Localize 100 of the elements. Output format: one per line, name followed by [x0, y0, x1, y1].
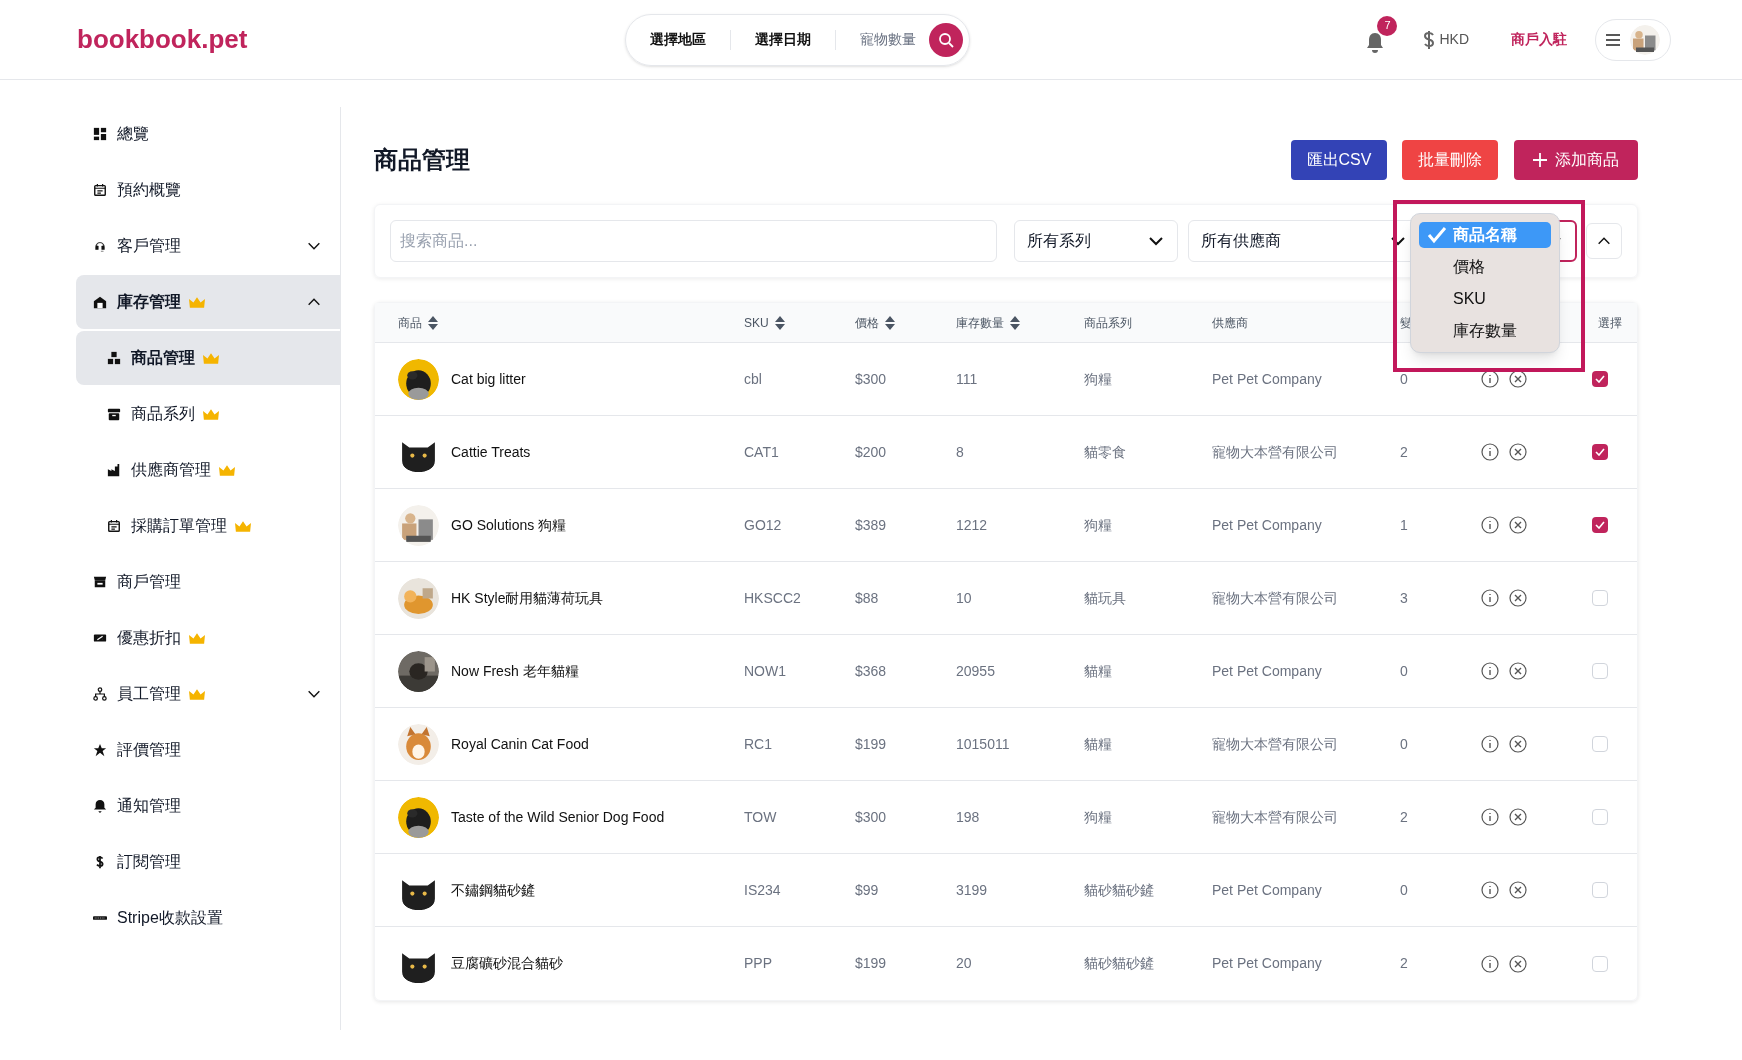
- table-cell-text: 20955: [956, 661, 996, 681]
- column-header: 商品系列: [1084, 314, 1133, 332]
- table-cell-text: $300: [855, 807, 888, 827]
- table-cell-text: 貓砂貓砂鏟: [1084, 880, 1155, 900]
- sidebar-item[interactable]: 商戶管理: [76, 555, 340, 609]
- table-cell-text: PPP: [744, 954, 773, 973]
- table-cell-text: 狗糧: [1084, 369, 1113, 389]
- table-cell-text: 20: [956, 954, 973, 973]
- merchant-link[interactable]: 商戶入駐: [1511, 29, 1567, 50]
- table-cell-text: 111: [956, 369, 979, 389]
- table-cell-text: $199: [855, 954, 888, 973]
- product-name[interactable]: 不鏽鋼貓砂鏟: [451, 879, 535, 901]
- table-cell-text: 貓砂貓砂鏟: [1084, 954, 1155, 973]
- search-placeholder[interactable]: 寵物數量: [860, 29, 929, 50]
- sidebar-item[interactable]: 評價管理: [76, 723, 340, 777]
- sidebar-item[interactable]: 預約概覽: [76, 163, 340, 217]
- table-cell-text: IS234: [744, 880, 782, 900]
- search-segment[interactable]: 選擇日期: [755, 29, 811, 50]
- table-cell-text: 1: [1400, 515, 1409, 535]
- product-name[interactable]: GO Solutions 狗糧: [451, 514, 567, 536]
- table-cell-text: 2: [1400, 954, 1409, 973]
- table-cell-text: 寵物大本營有限公司: [1212, 442, 1339, 462]
- table-cell-text: $368: [855, 661, 888, 681]
- table-cell-text: 狗糧: [1084, 807, 1113, 827]
- table-cell-text: 貓糧: [1084, 734, 1113, 754]
- sidebar-item[interactable]: 客戶管理: [76, 219, 340, 273]
- table-cell-text: 0: [1400, 369, 1409, 389]
- sidebar-item[interactable]: 庫存管理: [76, 275, 340, 329]
- table-cell-text: 狗糧: [1084, 515, 1113, 535]
- search-segment[interactable]: 選擇地區: [650, 29, 706, 50]
- table-cell-text: 貓玩具: [1084, 588, 1127, 608]
- currency-button[interactable]: HKD: [1423, 29, 1469, 50]
- notification-badge: 7: [1377, 15, 1398, 36]
- sort-option[interactable]: 庫存數量: [1419, 318, 1551, 344]
- table-cell-text: Pet Pet Company: [1212, 954, 1323, 973]
- product-name[interactable]: Now Fresh 老年貓糧: [451, 660, 579, 682]
- table-cell-text: 2: [1400, 442, 1409, 462]
- sort-option[interactable]: 價格: [1419, 254, 1551, 280]
- series-select[interactable]: 所有系列: [1014, 220, 1178, 262]
- table-cell-text: cbl: [744, 369, 763, 389]
- product-name[interactable]: Royal Canin Cat Food: [451, 733, 589, 755]
- table-cell-text: CAT1: [744, 442, 780, 462]
- column-header[interactable]: SKU: [744, 313, 855, 332]
- search-field[interactable]: 搜索商品...: [390, 220, 997, 262]
- table-cell-text: 貓糧: [1084, 661, 1113, 681]
- table-cell-text: $199: [855, 734, 888, 754]
- table-cell-text: Pet Pet Company: [1212, 661, 1323, 681]
- table-cell-text: $88: [855, 588, 880, 608]
- sidebar-item[interactable]: Stripe收款設置: [76, 891, 340, 945]
- sidebar-item[interactable]: 商品管理: [76, 331, 340, 385]
- sort-option[interactable]: SKU: [1419, 286, 1551, 312]
- table-cell-text: 寵物大本營有限公司: [1212, 588, 1339, 608]
- table-cell-text: RC1: [744, 734, 773, 754]
- logo[interactable]: bookbook.pet: [77, 20, 625, 59]
- page-title: 商品管理: [374, 145, 471, 175]
- table-cell-text: TOW: [744, 807, 778, 827]
- column-header[interactable]: 庫存數量: [956, 313, 1084, 332]
- table-cell-text: GO12: [744, 515, 783, 535]
- table-cell-text: 8: [956, 442, 965, 462]
- export-button[interactable]: 匯出CSV: [1291, 140, 1387, 180]
- sidebar-item[interactable]: 訂閱管理: [76, 835, 340, 889]
- sidebar-item[interactable]: 總覽: [76, 107, 340, 161]
- column-header: 供應商: [1212, 314, 1249, 332]
- table-cell-text: $99: [855, 880, 880, 900]
- table-cell-text: HKSCC2: [744, 588, 802, 608]
- product-name[interactable]: Cat big litter: [451, 368, 526, 390]
- table-cell-text: Pet Pet Company: [1212, 369, 1323, 389]
- sidebar-item[interactable]: 員工管理: [76, 667, 340, 721]
- add-button[interactable]: 添加商品: [1514, 140, 1638, 180]
- table-cell-text: NOW1: [744, 661, 787, 681]
- table-cell-text: Pet Pet Company: [1212, 880, 1323, 900]
- product-name[interactable]: HK Style耐用貓薄荷玩具: [451, 587, 604, 609]
- sidebar-item[interactable]: 通知管理: [76, 779, 340, 833]
- table-cell-text: 寵物大本營有限公司: [1212, 807, 1339, 827]
- product-name[interactable]: 豆腐礦砂混合貓砂: [451, 953, 563, 974]
- table-cell-text: 0: [1400, 880, 1409, 900]
- table-cell-text: 貓零食: [1084, 442, 1127, 462]
- table-cell-text: $300: [855, 369, 888, 389]
- table-cell-text: 2: [1400, 807, 1409, 827]
- delete-button[interactable]: 批量刪除: [1402, 140, 1498, 180]
- table-cell-text: 0: [1400, 734, 1409, 754]
- table-cell-text: 198: [956, 807, 981, 827]
- table-cell-text: 10: [956, 588, 973, 608]
- table-cell-text: 1212: [956, 515, 989, 535]
- sidebar-item[interactable]: 供應商管理: [76, 443, 340, 497]
- sidebar-item[interactable]: 採購訂單管理: [76, 499, 340, 553]
- column-header[interactable]: 價格: [855, 313, 956, 332]
- column-header: 選擇: [1597, 314, 1622, 332]
- table-cell-text: Pet Pet Company: [1212, 515, 1323, 535]
- sidebar-item[interactable]: 商品系列: [76, 387, 340, 441]
- table-cell-text: 1015011: [956, 734, 1011, 754]
- notification-button[interactable]: 7: [1363, 15, 1398, 56]
- table-cell-text: $200: [855, 442, 888, 462]
- table-cell-text: 3: [1400, 588, 1409, 608]
- sidebar-item[interactable]: 優惠折扣: [76, 611, 340, 665]
- column-header[interactable]: 商品: [398, 313, 744, 332]
- product-name[interactable]: Taste of the Wild Senior Dog Food: [451, 806, 665, 828]
- product-name[interactable]: Cattie Treats: [451, 441, 531, 463]
- table-cell-text: 0: [1400, 661, 1409, 681]
- table-cell-text: 3199: [956, 880, 989, 900]
